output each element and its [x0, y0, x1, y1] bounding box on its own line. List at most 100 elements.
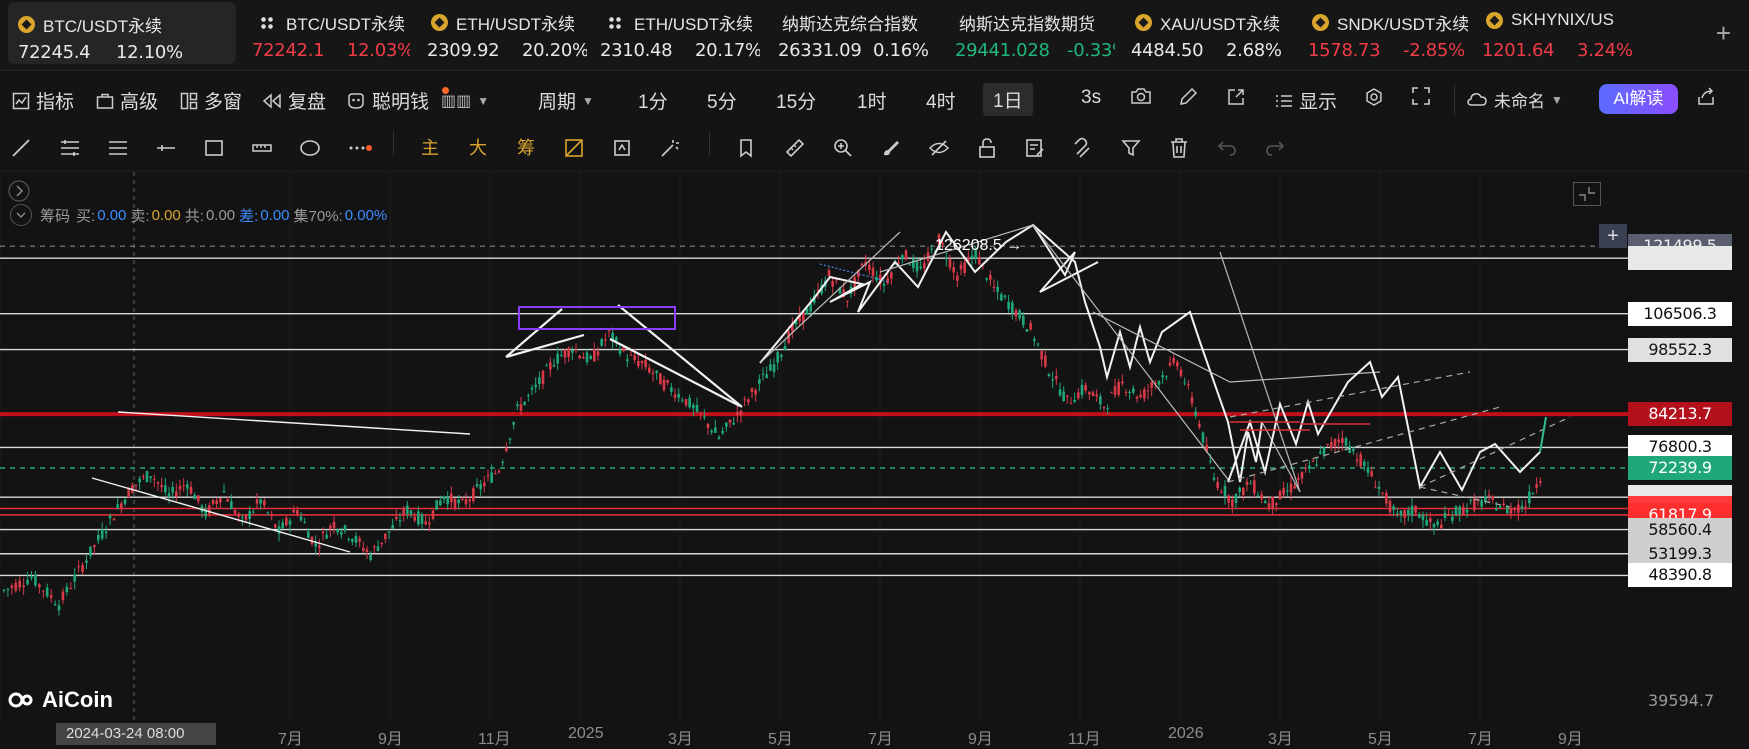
candle-body: [428, 522, 431, 525]
interval-1h[interactable]: 1时: [857, 87, 887, 114]
display-button[interactable]: 显示: [1275, 87, 1337, 114]
ticker-item[interactable]: ETH/USDT永续 2309.92 20.20%: [427, 0, 587, 70]
candle-body: [868, 264, 871, 271]
redo-button[interactable]: [1264, 137, 1286, 159]
price-chart[interactable]: [0, 172, 1749, 745]
candle-body: [571, 350, 574, 353]
edit-button[interactable]: [1178, 87, 1204, 107]
candle-body: [182, 485, 185, 487]
price-level-label[interactable]: [1628, 246, 1732, 271]
price-level-label[interactable]: 53199.3: [1628, 541, 1732, 566]
delete-tool[interactable]: [1168, 137, 1190, 159]
sync-tool[interactable]: [611, 137, 633, 159]
magic-tool[interactable]: [659, 137, 681, 159]
refresh-interval-button[interactable]: 3s: [1081, 87, 1101, 109]
advanced-button[interactable]: 高级: [96, 87, 158, 114]
parallel-channel-tool[interactable]: [59, 137, 81, 159]
undo-button[interactable]: [1216, 137, 1238, 159]
ticker-name: XAU/USDT永续: [1135, 10, 1280, 35]
interval-4h[interactable]: 4时: [926, 87, 956, 114]
chart-area[interactable]: 筹码 买: 0.00 卖: 0.00 共: 0.00 差: 0.00 集70%:…: [0, 172, 1749, 748]
ticker-price: 26331.09: [778, 40, 862, 61]
ruler-tool[interactable]: [784, 137, 806, 159]
price-level-label[interactable]: 84213.7: [1628, 402, 1732, 427]
expand-button[interactable]: [8, 180, 30, 207]
advanced-label: 高级: [120, 92, 159, 113]
candle-body: [123, 499, 127, 504]
price-level-label[interactable]: 58560.4: [1628, 517, 1732, 542]
candle-body: [270, 515, 273, 517]
interval-1d[interactable]: 1日: [983, 83, 1033, 116]
indicators-button[interactable]: 指标: [12, 87, 74, 114]
layout-dropdown[interactable]: 未命名 ▼: [1466, 87, 1563, 112]
camera-button[interactable]: [1130, 87, 1158, 105]
main-chart-toggle[interactable]: 主: [419, 137, 441, 159]
candle-body: [1355, 459, 1359, 462]
rectangle-tool[interactable]: [203, 137, 225, 159]
price-level-label[interactable]: 72239.9: [1628, 456, 1732, 480]
interval-1m[interactable]: 1分: [638, 87, 668, 114]
bookmark-tool[interactable]: [736, 137, 758, 159]
candle-body: [299, 516, 303, 521]
period-dropdown[interactable]: 周期 ▼: [538, 87, 594, 114]
ticker-item[interactable]: ETH/USDT永续 2310.48 20.17%: [600, 0, 760, 70]
candle-body: [1403, 510, 1406, 518]
more-tools-button[interactable]: [347, 137, 372, 159]
ticker-item[interactable]: BTC/USDT永续 72245.4 12.10%: [8, 2, 236, 64]
ellipse-tool[interactable]: [299, 137, 321, 159]
ratio-tool[interactable]: [563, 137, 585, 159]
ticker-item[interactable]: 纳斯达克指数期货 29441.028 -0.33%: [955, 0, 1115, 70]
fullscreen-button[interactable]: [1412, 87, 1436, 105]
candle-body: [266, 512, 270, 514]
ticker-item[interactable]: BTC/USDT永续 72242.1 12.03%: [252, 0, 410, 70]
share-button[interactable]: [1226, 87, 1252, 107]
price-level-label[interactable]: 98552.3: [1628, 337, 1732, 362]
collapse-panel-button[interactable]: [1573, 182, 1601, 206]
candle-body: [1531, 493, 1535, 495]
hide-drawings-tool[interactable]: [928, 137, 950, 159]
candle-body: [912, 258, 915, 268]
export-button[interactable]: [1696, 87, 1722, 107]
candle-body: [277, 526, 281, 534]
candle-body: [897, 262, 900, 264]
candle-body: [1165, 376, 1168, 378]
ticker-item[interactable]: SNDK/USDT永续 1578.73 -2.85%: [1308, 0, 1468, 70]
chevron-down-icon[interactable]: [10, 204, 32, 226]
candle-body: [100, 529, 104, 539]
ticker-item[interactable]: XAU/USDT永续 4484.50 2.68%: [1131, 0, 1291, 70]
horizontal-lines-tool[interactable]: [107, 137, 129, 159]
lock-tool[interactable]: [976, 137, 998, 159]
price-level-label[interactable]: 106506.3: [1628, 301, 1732, 326]
chip-toggle[interactable]: 筹: [515, 137, 537, 159]
multi-window-button[interactable]: 多窗: [180, 87, 242, 114]
interval-5m[interactable]: 5分: [707, 87, 737, 114]
zoom-tool[interactable]: [832, 137, 854, 159]
candle-body: [1033, 338, 1036, 342]
magnet-tool[interactable]: [1072, 137, 1094, 159]
brush-tool[interactable]: [880, 137, 902, 159]
candle-body: [1080, 384, 1084, 395]
candle-body: [1344, 438, 1348, 446]
add-alert-button[interactable]: +: [1599, 224, 1627, 248]
chip-label: 筹码: [40, 207, 71, 225]
trend-line-tool[interactable]: [10, 137, 32, 159]
filter-tool[interactable]: [1120, 137, 1142, 159]
horizontal-ray-tool[interactable]: [155, 137, 177, 159]
price-level-label[interactable]: 48390.8: [1628, 563, 1732, 588]
candle-body: [497, 470, 501, 473]
replay-button[interactable]: 复盘: [262, 87, 326, 114]
template-tool[interactable]: [1024, 137, 1046, 159]
ai-analysis-button[interactable]: AI解读: [1599, 84, 1678, 114]
ticker-item[interactable]: 纳斯达克综合指数 26331.09 0.16%: [778, 0, 938, 70]
add-ticker-button[interactable]: +: [1716, 18, 1731, 49]
smart-money-button[interactable]: 聪明钱 ▥▥ ▼: [346, 87, 489, 114]
settings-button[interactable]: [1364, 87, 1390, 107]
interval-15m[interactable]: 15分: [776, 87, 816, 114]
ticker-name: BTC/USDT永续: [18, 12, 162, 37]
candle-body: [494, 473, 497, 475]
ticker-item[interactable]: SKHYNIX/US 1201.64 3.24%: [1482, 0, 1642, 70]
candle-body: [413, 516, 416, 521]
candle-body: [409, 510, 413, 515]
measure-tool[interactable]: [251, 137, 273, 159]
big-order-toggle[interactable]: 大: [467, 137, 489, 159]
